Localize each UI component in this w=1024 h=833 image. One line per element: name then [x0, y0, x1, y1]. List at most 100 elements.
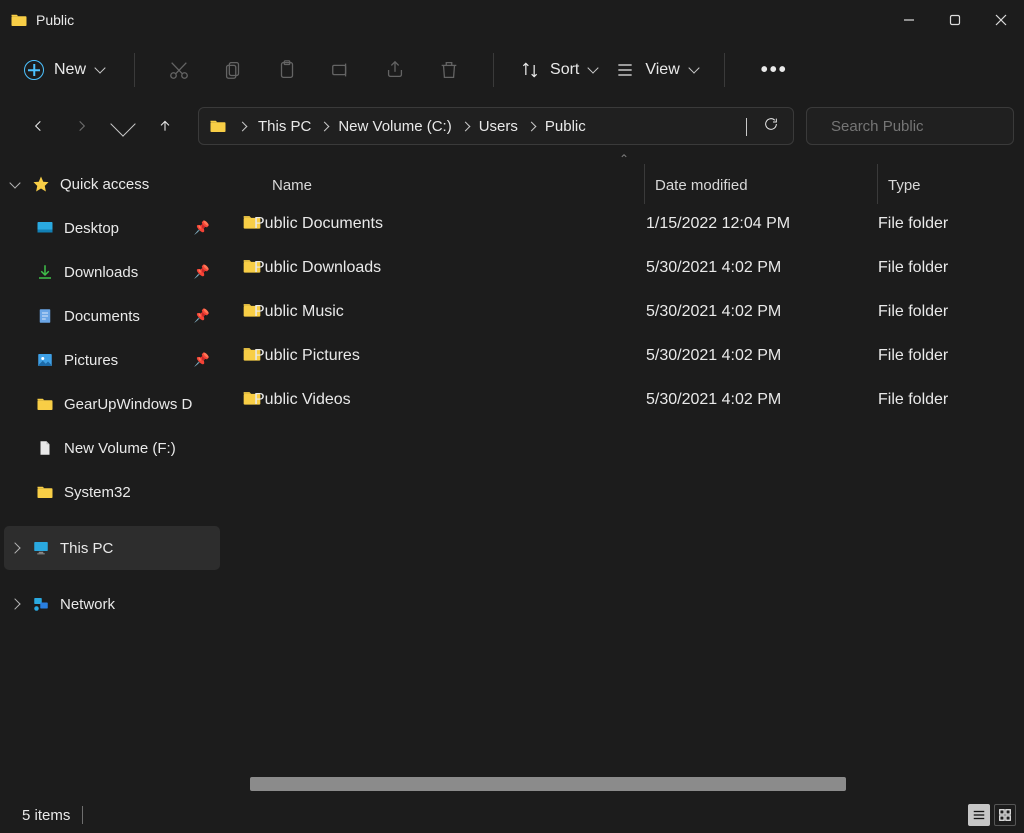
close-button[interactable]	[978, 0, 1024, 40]
sidebar-item-label: Desktop	[64, 220, 186, 237]
sidebar-item-volume[interactable]: New Volume (F:)	[4, 426, 220, 470]
file-date: 1/15/2022 12:04 PM	[646, 215, 878, 233]
list-view-icon	[615, 60, 635, 80]
pin-icon: 📌	[194, 220, 210, 236]
new-button[interactable]: New	[14, 52, 114, 88]
file-row[interactable]: Public Downloads5/30/2021 4:02 PMFile fo…	[224, 246, 1024, 290]
sort-button-label: Sort	[550, 61, 579, 79]
horizontal-scrollbar[interactable]	[250, 777, 1024, 791]
folder-icon	[224, 344, 254, 369]
paste-button[interactable]	[263, 48, 311, 92]
up-button[interactable]	[156, 117, 174, 135]
sidebar-item-pictures[interactable]: Pictures 📌	[4, 338, 220, 382]
sidebar-item-folder[interactable]: GearUpWindows D	[4, 382, 220, 426]
sidebar-item-downloads[interactable]: Downloads 📌	[4, 250, 220, 294]
status-bar: 5 items	[0, 797, 1024, 833]
chevron-down-icon	[746, 118, 747, 136]
sort-button[interactable]: Sort	[514, 52, 603, 88]
sidebar-item-label: This PC	[60, 540, 212, 557]
sidebar-item-documents[interactable]: Documents 📌	[4, 294, 220, 338]
more-options-button[interactable]: •••	[745, 59, 804, 82]
file-name: Public Pictures	[254, 347, 646, 365]
sidebar-quick-access[interactable]: Quick access	[4, 162, 220, 206]
sort-icon	[520, 60, 540, 80]
file-date: 5/30/2021 4:02 PM	[646, 259, 878, 277]
folder-icon	[224, 388, 254, 413]
sidebar-item-folder[interactable]: System32	[4, 470, 220, 514]
search-input[interactable]	[831, 118, 1024, 135]
sidebar-item-label: Downloads	[64, 264, 186, 281]
chevron-right-icon	[238, 121, 248, 131]
address-row: This PC New Volume (C:) Users Public	[0, 100, 1024, 152]
recent-locations-button[interactable]	[114, 117, 132, 135]
breadcrumb-item[interactable]: Public	[545, 118, 586, 135]
file-type: File folder	[878, 303, 1024, 321]
file-row[interactable]: Public Documents1/15/2022 12:04 PMFile f…	[224, 202, 1024, 246]
sidebar-item-label: Pictures	[64, 352, 186, 369]
new-button-label: New	[54, 61, 86, 79]
delete-button[interactable]	[425, 48, 473, 92]
search-box[interactable]	[806, 107, 1014, 145]
titlebar: Public	[0, 0, 1024, 40]
column-header-name[interactable]: Name	[224, 177, 644, 194]
folder-icon	[224, 300, 254, 325]
sidebar-this-pc[interactable]: This PC	[4, 526, 220, 570]
sidebar-item-label: Documents	[64, 308, 186, 325]
view-button[interactable]: View	[609, 52, 703, 88]
share-icon	[384, 59, 406, 81]
window-title: Public	[36, 12, 74, 28]
file-row[interactable]: Public Music5/30/2021 4:02 PMFile folder	[224, 290, 1024, 334]
maximize-button[interactable]	[932, 0, 978, 40]
rename-button[interactable]	[317, 48, 365, 92]
breadcrumb-item[interactable]: This PC	[258, 118, 311, 135]
file-row[interactable]: Public Videos5/30/2021 4:02 PMFile folde…	[224, 378, 1024, 422]
breadcrumb-item[interactable]: New Volume (C:)	[338, 118, 451, 135]
star-icon	[30, 175, 52, 193]
column-header-type[interactable]: Type	[878, 177, 1024, 194]
scissors-icon	[168, 59, 190, 81]
share-button[interactable]	[371, 48, 419, 92]
sidebar-network[interactable]: Network	[4, 582, 220, 626]
sidebar-item-desktop[interactable]: Desktop 📌	[4, 206, 220, 250]
file-date: 5/30/2021 4:02 PM	[646, 303, 878, 321]
ellipsis-icon: •••	[761, 59, 788, 81]
pin-icon: 📌	[194, 352, 210, 368]
folder-icon	[224, 256, 254, 281]
file-date: 5/30/2021 4:02 PM	[646, 347, 878, 365]
chevron-down-icon	[94, 62, 105, 73]
file-type: File folder	[878, 347, 1024, 365]
column-sort-indicator: ⌃	[224, 152, 1024, 168]
sidebar-item-label: GearUpWindows D	[64, 396, 212, 413]
plus-circle-icon	[24, 60, 44, 80]
forward-button[interactable]	[72, 117, 90, 135]
separator	[82, 806, 83, 824]
refresh-button[interactable]	[763, 116, 779, 136]
file-icon	[34, 439, 56, 457]
copy-button[interactable]	[209, 48, 257, 92]
thumbnails-view-toggle[interactable]	[994, 804, 1016, 826]
folder-icon	[34, 483, 56, 501]
details-view-toggle[interactable]	[968, 804, 990, 826]
folder-icon	[209, 117, 252, 135]
window-folder-icon	[10, 11, 28, 29]
back-button[interactable]	[30, 117, 48, 135]
breadcrumb-item[interactable]: Users	[479, 118, 518, 135]
scrollbar-thumb[interactable]	[250, 777, 846, 791]
file-row[interactable]: Public Pictures5/30/2021 4:02 PMFile fol…	[224, 334, 1024, 378]
file-type: File folder	[878, 215, 1024, 233]
chevron-right-icon	[9, 542, 20, 553]
column-header-date[interactable]: Date modified	[645, 177, 877, 194]
chevron-down-icon	[588, 62, 599, 73]
column-headers: Name Date modified Type	[224, 168, 1024, 202]
cut-button[interactable]	[155, 48, 203, 92]
clipboard-icon	[276, 59, 298, 81]
chevron-down-icon	[688, 62, 699, 73]
address-dropdown-button[interactable]	[746, 118, 747, 135]
trash-icon	[438, 59, 460, 81]
minimize-button[interactable]	[886, 0, 932, 40]
address-bar[interactable]: This PC New Volume (C:) Users Public	[198, 107, 794, 145]
chevron-right-icon	[9, 598, 20, 609]
chevron-down-icon	[110, 111, 135, 136]
chevron-right-icon	[526, 121, 536, 131]
network-icon	[30, 595, 52, 613]
